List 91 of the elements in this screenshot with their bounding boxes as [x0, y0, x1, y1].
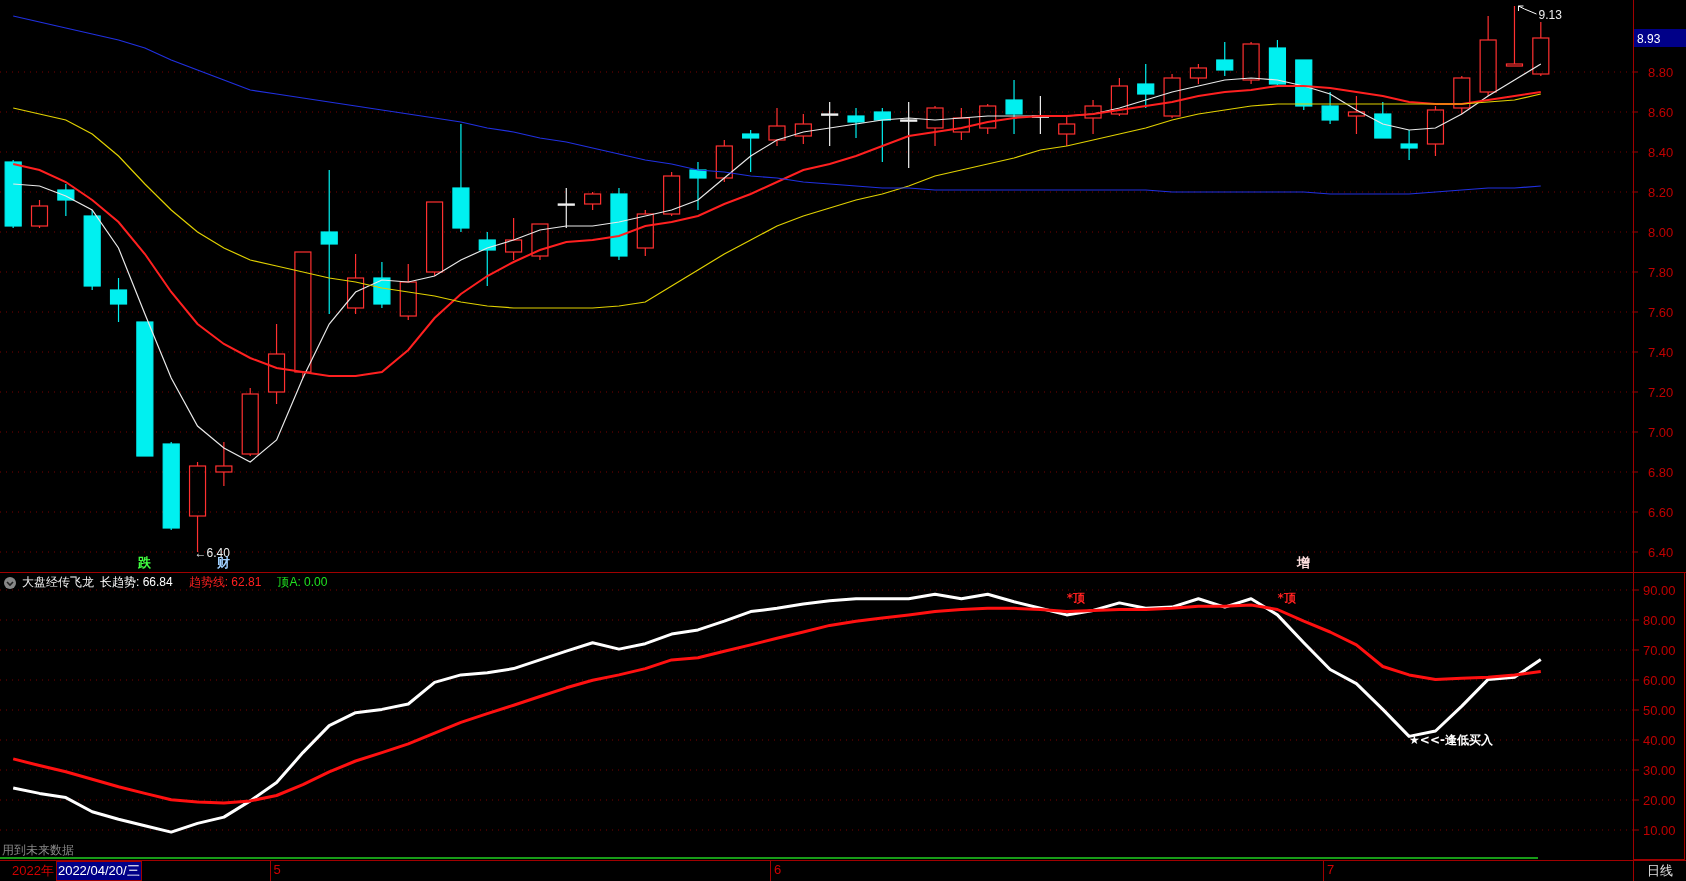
- indicator-readout: 长趋势: 66.84: [100, 574, 173, 591]
- candle: [1242, 41, 1260, 85]
- candle: [346, 253, 365, 315]
- candle: [1163, 73, 1181, 119]
- candle: [1453, 75, 1471, 115]
- candle: [1295, 59, 1313, 111]
- cursor-date: 2022/04/20/三: [55, 861, 142, 881]
- candle: [794, 113, 812, 145]
- axis-label: 7.20: [1648, 385, 1674, 400]
- candle: [1084, 99, 1102, 135]
- candle: [215, 441, 233, 487]
- indicator-signal-label: *顶: [1277, 590, 1296, 605]
- candle: [952, 107, 970, 141]
- candle: [1321, 91, 1339, 125]
- candle: [979, 103, 997, 135]
- axis-label: 8.20: [1648, 185, 1674, 200]
- candle: [1505, 5, 1524, 67]
- candle: [399, 263, 417, 321]
- candle: [715, 139, 733, 183]
- axis-label: 50.00: [1643, 703, 1676, 718]
- candle: [900, 101, 918, 169]
- axis-label: 7.40: [1648, 345, 1674, 360]
- month-label: 6: [770, 861, 782, 881]
- indicator-readout: 顶A: 0.00: [277, 574, 328, 591]
- candle: [1374, 101, 1392, 139]
- axis-label: 8.60: [1648, 105, 1674, 120]
- arrow-icon: [1518, 5, 1537, 15]
- indicator-signal-label: *顶: [1066, 590, 1085, 605]
- candle: [557, 187, 575, 229]
- axis-label: 7.60: [1648, 305, 1674, 320]
- candle: [1137, 63, 1155, 109]
- indicator-readout: 趋势线: 62.81: [188, 574, 262, 591]
- axis-label: 60.00: [1643, 673, 1676, 688]
- candle: [663, 171, 681, 217]
- signal-label: 增: [1297, 555, 1311, 570]
- month-label: 7: [1323, 861, 1335, 881]
- candle: [768, 107, 786, 147]
- candle: [584, 191, 602, 211]
- candle: [241, 387, 259, 457]
- axis-label: 90.00: [1643, 583, 1676, 598]
- current-price-tag: [1634, 29, 1686, 47]
- indicator-name: 大盘经传飞龙: [22, 574, 94, 591]
- candle: [4, 159, 22, 229]
- candle: [689, 161, 707, 211]
- candle: [1058, 115, 1076, 147]
- candle: [1400, 129, 1418, 161]
- candle: [531, 223, 549, 261]
- axis-label: 8.40: [1648, 145, 1674, 160]
- axis-label: 80.00: [1643, 613, 1676, 628]
- axis-label: 10.00: [1643, 823, 1676, 838]
- candle: [847, 107, 865, 139]
- candle: [478, 231, 496, 287]
- candle: [57, 183, 75, 217]
- candle: [109, 277, 128, 323]
- candle: [373, 261, 391, 309]
- notice-text: 用到未来数据: [2, 843, 74, 857]
- year-label: 2022年: [11, 862, 55, 880]
- candle: [1347, 95, 1366, 135]
- high-price-label: 9.13: [1538, 8, 1562, 22]
- axis-label: 8.00: [1648, 225, 1674, 240]
- candle: [1268, 39, 1287, 87]
- candle: [926, 105, 944, 147]
- axis-label: 20.00: [1643, 793, 1676, 808]
- axis-label: 70.00: [1643, 643, 1676, 658]
- indicator-signal-label: ★<<-逢低买入: [1409, 733, 1493, 747]
- candle: [636, 209, 654, 257]
- current-price: 8.93: [1637, 32, 1661, 46]
- candle: [1031, 95, 1049, 135]
- candle: [1005, 79, 1023, 135]
- month-label: 5: [269, 861, 281, 881]
- candle: [873, 107, 891, 163]
- axis-label: 6.80: [1648, 465, 1674, 480]
- axis-label: 40.00: [1643, 733, 1676, 748]
- axis-label: 7.00: [1648, 425, 1674, 440]
- candle: [1110, 77, 1128, 117]
- axis-label: 8.80: [1648, 65, 1674, 80]
- candle: [30, 199, 49, 229]
- signal-label: 跌: [138, 555, 152, 570]
- axis-label: 6.40: [1648, 545, 1674, 560]
- candle: [1532, 21, 1550, 77]
- candle: [821, 101, 839, 147]
- axis-label: 30.00: [1643, 763, 1676, 778]
- candle: [1426, 105, 1445, 157]
- candle: [505, 217, 523, 261]
- collapse-icon[interactable]: [4, 576, 16, 589]
- candle: [1216, 41, 1234, 77]
- candle: [1189, 63, 1207, 85]
- period-label[interactable]: 日线: [1633, 861, 1686, 881]
- axis-label: 6.60: [1648, 505, 1674, 520]
- axis-label: 7.80: [1648, 265, 1674, 280]
- candle: [742, 129, 760, 173]
